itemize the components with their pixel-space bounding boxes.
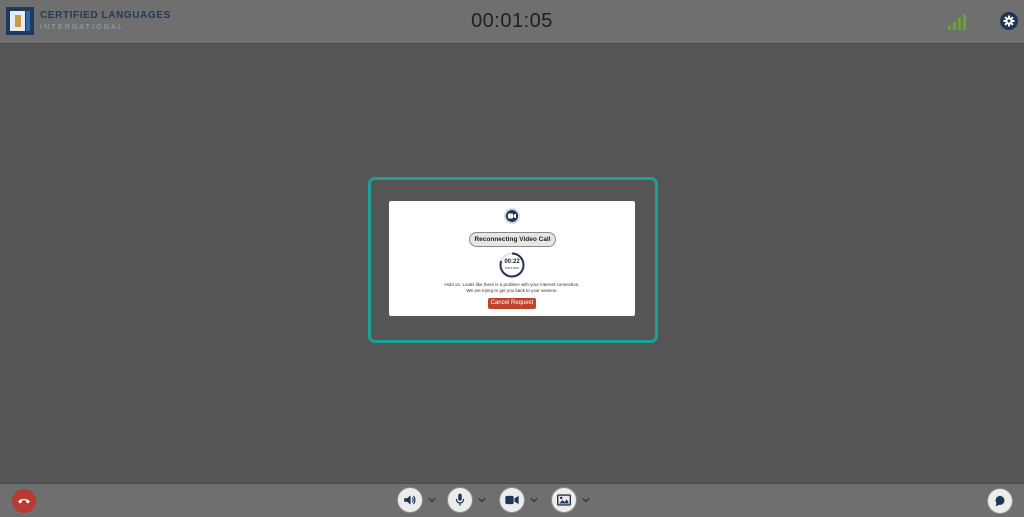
cancel-request-button[interactable]: Cancel Request <box>488 298 536 309</box>
image-icon <box>557 494 571 506</box>
microphone-icon <box>455 493 465 506</box>
microphone-options-chevron-down-icon[interactable] <box>478 496 486 504</box>
video-camera-icon <box>508 213 516 219</box>
video-camera-icon <box>505 495 519 505</box>
background-button[interactable] <box>551 487 577 513</box>
settings-button[interactable] <box>1000 12 1018 30</box>
countdown-unit: minutes <box>504 265 519 270</box>
camera-button[interactable] <box>499 487 525 513</box>
hang-up-icon <box>18 498 30 504</box>
dialog-camera-badge <box>504 208 520 224</box>
speaker-options-chevron-down-icon[interactable] <box>428 496 436 504</box>
background-options-chevron-down-icon[interactable] <box>582 496 590 504</box>
speaker-button[interactable] <box>397 487 423 513</box>
chat-icon <box>995 495 1005 507</box>
signal-strength-icon <box>948 14 970 30</box>
top-bar: CERTIFIED LANGUAGES INTERNATIONAL 00:01:… <box>0 0 1024 44</box>
speaker-icon <box>404 495 416 505</box>
call-controls-bar <box>0 483 1024 517</box>
countdown-display: 00:22 minutes <box>499 259 525 270</box>
gear-icon <box>1003 15 1015 27</box>
reconnecting-dialog: Reconnecting Video Call 00:22 minutes Ho… <box>389 201 635 316</box>
camera-options-chevron-down-icon[interactable] <box>530 496 538 504</box>
call-timer: 00:01:05 <box>471 10 553 32</box>
end-call-button[interactable] <box>12 489 36 513</box>
status-pill: Reconnecting Video Call <box>469 232 556 247</box>
microphone-button[interactable] <box>447 487 473 513</box>
chat-button[interactable] <box>987 488 1013 514</box>
connection-message: Hold on. Looks like there is a problem w… <box>444 282 580 293</box>
